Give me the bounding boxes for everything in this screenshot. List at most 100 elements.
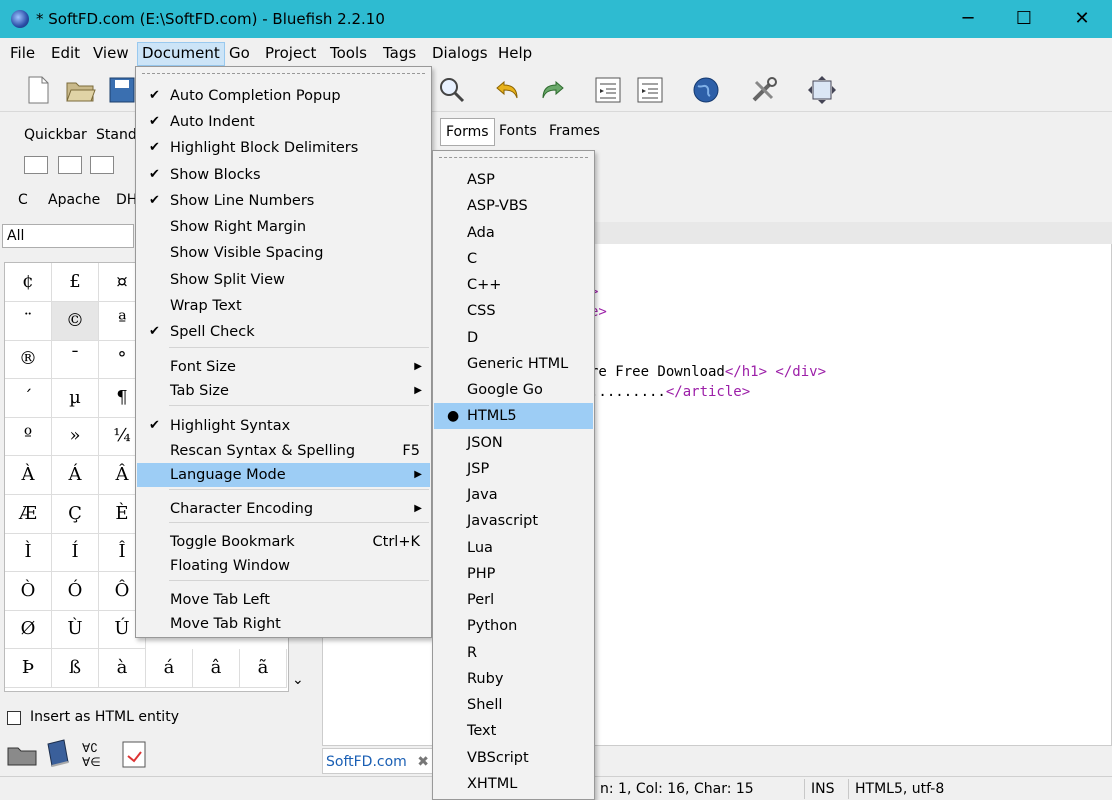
- character-cell[interactable]: Ç: [52, 494, 99, 534]
- file-browser-icon[interactable]: [6, 738, 38, 770]
- find-replace-icon[interactable]: [436, 74, 468, 106]
- character-cell[interactable]: Þ: [5, 649, 52, 688]
- tab-quickbar[interactable]: Quickbar: [18, 122, 93, 148]
- language-option-vbscript[interactable]: VBScript: [434, 745, 593, 771]
- character-cell[interactable]: ã: [240, 649, 287, 688]
- document-tab[interactable]: SoftFD.com ✖: [322, 748, 434, 774]
- character-cell[interactable]: â: [193, 649, 240, 688]
- language-option-cplusplus[interactable]: C++: [434, 272, 593, 298]
- tab-fonts[interactable]: Fonts: [494, 118, 542, 144]
- quickbar-form-icon[interactable]: [58, 156, 82, 174]
- menu-item-rescan-syntax-spelling[interactable]: Rescan Syntax & Spelling F5: [137, 439, 430, 463]
- language-option-lua[interactable]: Lua: [434, 535, 593, 561]
- character-cell[interactable]: Ò: [5, 571, 52, 611]
- character-cell[interactable]: ß: [52, 649, 99, 688]
- save-icon[interactable]: [106, 74, 138, 106]
- character-cell[interactable]: ©: [52, 301, 99, 341]
- character-cell[interactable]: Á: [52, 456, 99, 495]
- character-cell[interactable]: À: [5, 456, 52, 495]
- character-cell[interactable]: à: [99, 649, 146, 688]
- new-file-icon[interactable]: [22, 74, 54, 106]
- menu-item-floating-window[interactable]: Floating Window: [137, 554, 430, 578]
- language-option-ada[interactable]: Ada: [434, 220, 593, 246]
- menu-project[interactable]: Project: [261, 42, 320, 64]
- menu-item-font-size[interactable]: Font Size ▶: [137, 355, 430, 379]
- menu-go[interactable]: Go: [225, 42, 254, 64]
- language-option-css[interactable]: CSS: [434, 298, 593, 324]
- character-cell[interactable]: º: [5, 417, 52, 457]
- language-option-generic-html[interactable]: Generic HTML: [434, 351, 593, 377]
- language-option-c[interactable]: C: [434, 246, 593, 272]
- menu-file[interactable]: File: [6, 42, 39, 64]
- close-tab-icon[interactable]: ✖: [417, 749, 429, 775]
- character-filter-select[interactable]: All: [2, 224, 134, 248]
- language-option-shell[interactable]: Shell: [434, 692, 593, 718]
- fullscreen-icon[interactable]: [806, 74, 838, 106]
- tab-forms[interactable]: Forms: [440, 118, 495, 146]
- character-cell[interactable]: ¢: [5, 263, 52, 302]
- menu-item-highlight-syntax[interactable]: ✔ Highlight Syntax: [137, 414, 430, 438]
- menu-item-auto-completion-popup[interactable]: ✔ Auto Completion Popup: [137, 84, 430, 108]
- character-cell[interactable]: ¯: [52, 340, 99, 380]
- redo-icon[interactable]: [536, 74, 568, 106]
- scroll-down-icon[interactable]: ⌄: [292, 672, 304, 688]
- menu-tags[interactable]: Tags: [379, 42, 420, 64]
- snippets-icon[interactable]: [118, 738, 150, 770]
- menu-item-wrap-text[interactable]: Wrap Text: [137, 294, 430, 318]
- quickbar-page-icon[interactable]: [24, 156, 48, 174]
- char-map-icon[interactable]: ∀∁∀∈: [80, 738, 112, 770]
- character-cell[interactable]: ®: [5, 340, 52, 380]
- character-cell[interactable]: Ì: [5, 533, 52, 573]
- quickbar-input-icon[interactable]: [90, 156, 114, 174]
- menu-item-tab-size[interactable]: Tab Size ▶: [137, 379, 430, 403]
- character-cell[interactable]: Ó: [52, 571, 99, 611]
- menu-item-spell-check[interactable]: ✔ Spell Check: [137, 320, 430, 344]
- close-button[interactable]: ✕: [1054, 0, 1110, 38]
- menu-item-show-right-margin[interactable]: Show Right Margin: [137, 215, 430, 239]
- menu-item-highlight-block-delimiters[interactable]: ✔ Highlight Block Delimiters: [137, 136, 430, 160]
- bookmarks-book-icon[interactable]: [42, 738, 74, 770]
- menu-item-show-line-numbers[interactable]: ✔ Show Line Numbers: [137, 189, 430, 213]
- language-option-text[interactable]: Text: [434, 718, 593, 744]
- character-cell[interactable]: »: [52, 417, 99, 457]
- menu-item-show-split-view[interactable]: Show Split View: [137, 268, 430, 292]
- language-option-json[interactable]: JSON: [434, 430, 593, 456]
- character-cell[interactable]: Ø: [5, 610, 52, 650]
- menu-item-toggle-bookmark[interactable]: Toggle Bookmark Ctrl+K: [137, 530, 430, 554]
- tab-c[interactable]: C: [18, 192, 28, 208]
- preferences-tools-icon[interactable]: [748, 74, 780, 106]
- language-option-python[interactable]: Python: [434, 613, 593, 639]
- character-cell[interactable]: Í: [52, 533, 99, 573]
- language-option-d[interactable]: D: [434, 325, 593, 351]
- undo-icon[interactable]: [492, 74, 524, 106]
- character-cell[interactable]: ¨: [5, 301, 52, 341]
- language-option-perl[interactable]: Perl: [434, 587, 593, 613]
- language-option-xhtml[interactable]: XHTML: [434, 771, 593, 797]
- character-cell[interactable]: ´: [5, 378, 52, 418]
- menu-help[interactable]: Help: [494, 42, 536, 64]
- character-cell[interactable]: á: [146, 649, 193, 688]
- menu-item-show-blocks[interactable]: ✔ Show Blocks: [137, 163, 430, 187]
- menu-view[interactable]: View: [89, 42, 133, 64]
- menu-item-move-tab-left[interactable]: Move Tab Left: [137, 588, 430, 612]
- language-option-php[interactable]: PHP: [434, 561, 593, 587]
- character-cell[interactable]: £: [52, 263, 99, 302]
- language-option-r[interactable]: R: [434, 640, 593, 666]
- preview-globe-icon[interactable]: [690, 74, 722, 106]
- tearoff-line[interactable]: [142, 73, 425, 74]
- tab-frames[interactable]: Frames: [544, 118, 605, 144]
- language-option-asp-vbs[interactable]: ASP-VBS: [434, 193, 593, 219]
- open-folder-icon[interactable]: [64, 74, 96, 106]
- language-option-google-go[interactable]: Google Go: [434, 377, 593, 403]
- menu-item-character-encoding[interactable]: Character Encoding ▶: [137, 497, 430, 521]
- menu-dialogs[interactable]: Dialogs: [428, 42, 492, 64]
- language-option-html5[interactable]: ● HTML5: [434, 403, 593, 430]
- menu-item-language-mode[interactable]: Language Mode ▶: [137, 463, 430, 487]
- language-option-java[interactable]: Java: [434, 482, 593, 508]
- indent-icon[interactable]: [634, 74, 666, 106]
- maximize-button[interactable]: ☐: [996, 0, 1052, 38]
- unindent-icon[interactable]: [592, 74, 624, 106]
- menu-item-move-tab-right[interactable]: Move Tab Right: [137, 612, 430, 636]
- tab-apache[interactable]: Apache: [48, 192, 100, 208]
- menu-item-auto-indent[interactable]: ✔ Auto Indent: [137, 110, 430, 134]
